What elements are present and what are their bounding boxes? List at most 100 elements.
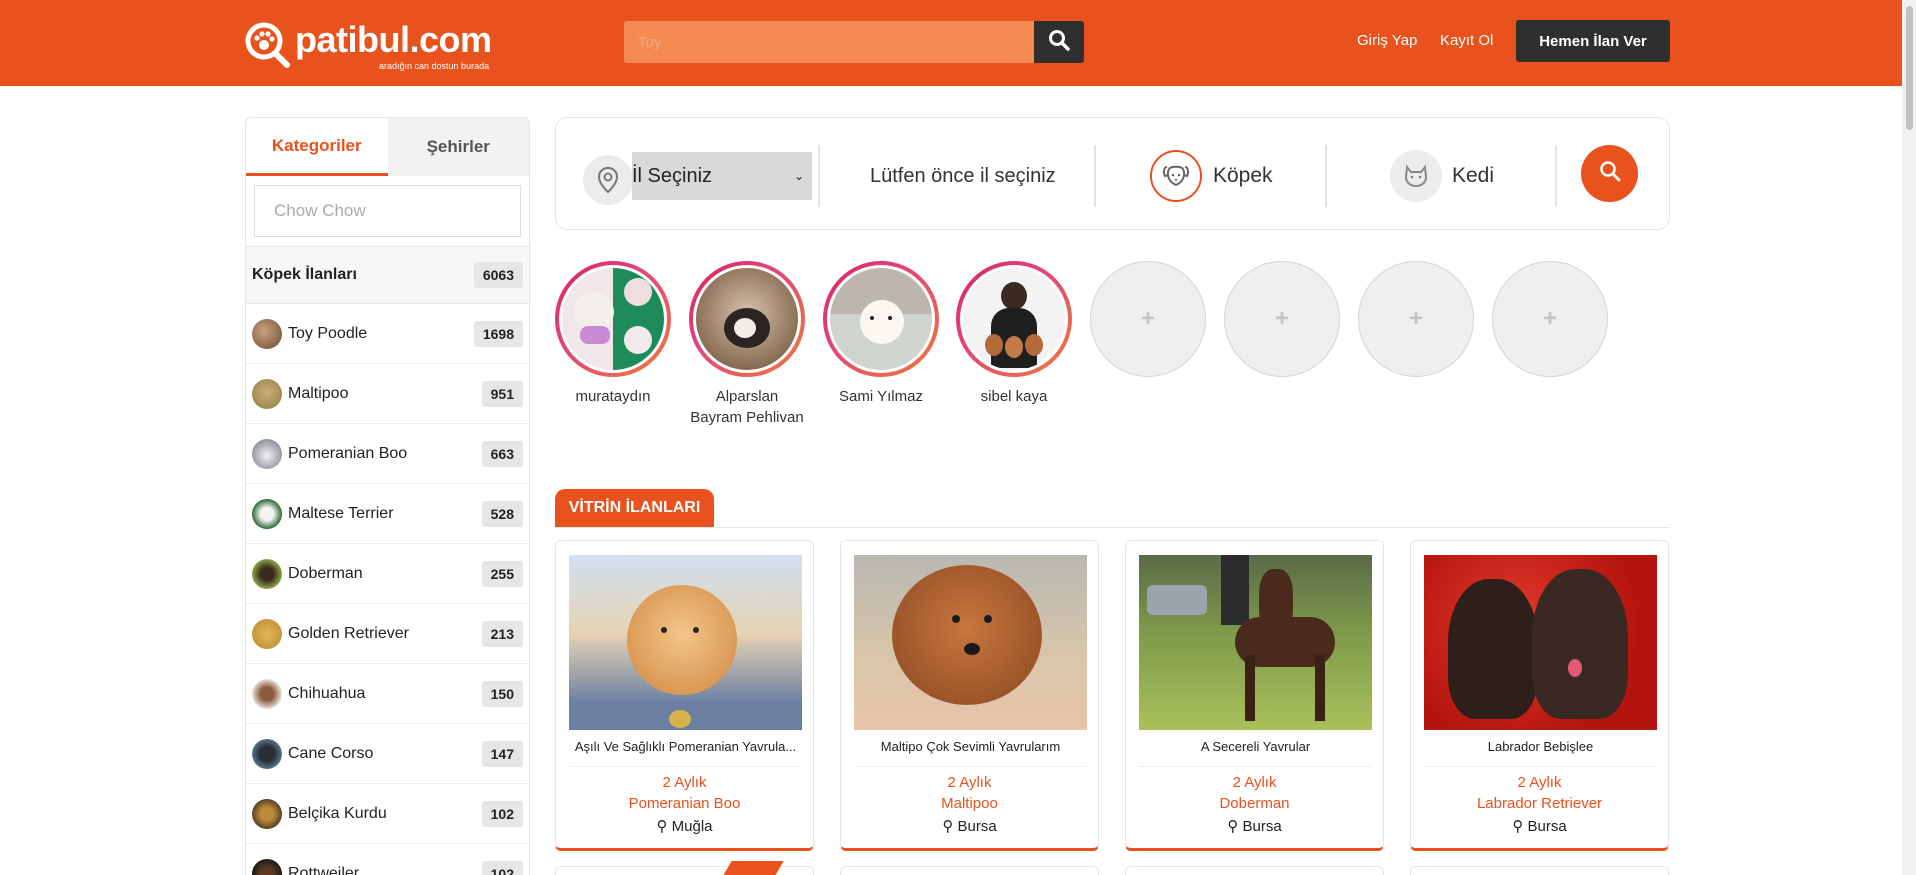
sidebar-item-label: Rottweiler <box>288 864 360 875</box>
map-marker-icon: ⚲ <box>656 818 668 835</box>
city-select-value: İl Seçiniz <box>632 164 713 187</box>
sidebar-tabs: Kategoriler Şehirler <box>246 118 529 176</box>
sidebar-search <box>254 185 521 237</box>
cat-filter-label[interactable]: Kedi <box>1452 164 1494 188</box>
tab-cities[interactable]: Şehirler <box>387 118 529 176</box>
breed-thumbnail <box>252 378 282 409</box>
sidebar-item-label: Maltese Terrier <box>288 504 394 522</box>
category-heading[interactable]: Köpek İlanları 6063 <box>246 246 529 304</box>
count-badge: 951 <box>481 380 523 407</box>
sidebar-item-rottweiler[interactable]: Rottweiler 102 <box>246 844 529 875</box>
listing-card-partial[interactable] <box>1125 866 1384 875</box>
section-divider <box>555 527 1670 528</box>
story-avatar <box>960 265 1068 373</box>
category-sidebar: Kategoriler Şehirler Köpek İlanları 6063… <box>245 117 530 875</box>
top-header: patibul.com aradığın can dostun burada G… <box>0 0 1916 86</box>
map-marker-icon: ⚲ <box>1512 818 1524 835</box>
sidebar-item-maltipoo[interactable]: Maltipoo 951 <box>246 364 529 424</box>
cat-icon[interactable] <box>1390 150 1442 202</box>
count-badge: 102 <box>481 800 523 827</box>
district-select[interactable]: Lütfen önce il seçiniz <box>870 165 1056 188</box>
logo-text: patibul.com <box>295 19 492 60</box>
breed-thumbnail <box>252 618 282 649</box>
filter-search-button[interactable] <box>1581 145 1638 202</box>
breed-thumbnail <box>252 678 282 709</box>
sidebar-item-pomeranian-boo[interactable]: Pomeranian Boo 663 <box>246 424 529 484</box>
dog-icon[interactable] <box>1150 150 1202 202</box>
sidebar-item-label: Pomeranian Boo <box>288 444 408 462</box>
listing-card[interactable]: Maltipo Çok Sevimli Yavrularım 2 Aylık M… <box>840 540 1099 851</box>
empty-story-slot[interactable]: + <box>1224 261 1340 377</box>
listing-card-partial[interactable] <box>1410 866 1669 875</box>
sidebar-item-chihuahua[interactable]: Chihuahua 150 <box>246 664 529 724</box>
story-item[interactable]: murataydın <box>555 261 671 407</box>
divider <box>1139 766 1372 767</box>
listing-filter-bar: İl Seçiniz ⌄ Lütfen önce il seçiniz Köpe… <box>555 117 1670 230</box>
breed-thumbnail <box>252 498 282 529</box>
listing-card[interactable]: Labrador Bebişlee 2 Aylık Labrador Retri… <box>1410 540 1669 851</box>
listing-location: ⚲ Bursa <box>1126 817 1383 835</box>
story-avatar <box>693 265 801 373</box>
logo[interactable]: patibul.com aradığın can dostun burada <box>243 20 493 72</box>
story-item[interactable]: Sami Yılmaz <box>823 261 939 407</box>
sidebar-item-doberman[interactable]: Doberman 255 <box>246 544 529 604</box>
listing-photo <box>1139 555 1372 730</box>
divider <box>1094 145 1096 207</box>
breed-thumbnail <box>252 858 282 875</box>
sidebar-item-maltese-terrier[interactable]: Maltese Terrier 528 <box>246 484 529 544</box>
tab-categories[interactable]: Kategoriler <box>246 118 388 176</box>
count-badge: 150 <box>481 680 523 707</box>
sidebar-item-cane-corso[interactable]: Cane Corso 147 <box>246 724 529 784</box>
register-link[interactable]: Kayıt Ol <box>1440 32 1493 49</box>
header-search <box>624 21 1084 63</box>
listing-age: 2 Aylık <box>1232 774 1277 791</box>
listing-title: Labrador Bebişlee <box>1487 739 1594 754</box>
story-item[interactable]: Alparslan Bayram Pehlivan <box>689 261 805 428</box>
city-select[interactable]: İl Seçiniz ⌄ <box>632 152 812 200</box>
dog-filter-label[interactable]: Köpek <box>1213 164 1273 188</box>
post-ad-button[interactable]: Hemen İlan Ver <box>1516 20 1670 62</box>
divider <box>1325 145 1327 207</box>
divider <box>854 766 1087 767</box>
divider <box>818 145 820 207</box>
divider <box>1555 145 1557 207</box>
listing-card-partial[interactable] <box>840 866 1099 875</box>
count-badge: 663 <box>481 440 523 467</box>
divider <box>569 766 802 767</box>
sidebar-item-label: Toy Poodle <box>288 324 368 342</box>
sidebar-item-label: Chihuahua <box>288 684 366 702</box>
scrollbar-thumb[interactable] <box>1906 6 1913 130</box>
chevron-down-icon: ⌄ <box>793 169 804 183</box>
map-marker-icon: ⚲ <box>1227 818 1239 835</box>
page-scrollbar[interactable] <box>1902 0 1916 875</box>
listing-card[interactable]: A Secereli Yavrular 2 Aylık Doberman ⚲ B… <box>1125 540 1384 851</box>
header-search-input[interactable] <box>624 21 1034 63</box>
sidebar-item-belcika-kurdu[interactable]: Belçika Kurdu 102 <box>246 784 529 844</box>
sidebar-search-input[interactable] <box>274 201 501 221</box>
listing-card[interactable]: Aşılı Ve Sağlıklı Pomeranian Yavrula... … <box>555 540 814 851</box>
sidebar-item-toy-poodle[interactable]: Toy Poodle 1698 <box>246 304 529 364</box>
breed-thumbnail <box>252 318 282 349</box>
sidebar-item-label: Doberman <box>288 564 363 582</box>
empty-story-slot[interactable]: + <box>1358 261 1474 377</box>
listing-city: Bursa <box>1527 818 1567 835</box>
sidebar-item-label: Belçika Kurdu <box>288 804 387 822</box>
empty-story-slot[interactable]: + <box>1090 261 1206 377</box>
story-ring <box>689 261 805 377</box>
login-link[interactable]: Giriş Yap <box>1357 32 1417 49</box>
sidebar-item-golden-retriever[interactable]: Golden Retriever 213 <box>246 604 529 664</box>
breed-thumbnail <box>252 738 282 769</box>
story-avatar <box>559 265 667 373</box>
showcase-title: VİTRİN İLANLARI <box>555 489 714 527</box>
listing-breed: Labrador Retriever <box>1476 795 1603 812</box>
count-badge: 213 <box>481 620 523 647</box>
magnifier-paw-icon <box>243 20 293 70</box>
count-badge: 528 <box>481 500 523 527</box>
count-badge: 102 <box>481 860 523 875</box>
story-name: murataydın <box>575 388 651 405</box>
story-ring <box>956 261 1072 377</box>
header-search-button[interactable] <box>1034 21 1084 63</box>
empty-story-slot[interactable]: + <box>1492 261 1608 377</box>
story-item[interactable]: sibel kaya <box>956 261 1072 407</box>
listing-city: Bursa <box>1242 818 1282 835</box>
